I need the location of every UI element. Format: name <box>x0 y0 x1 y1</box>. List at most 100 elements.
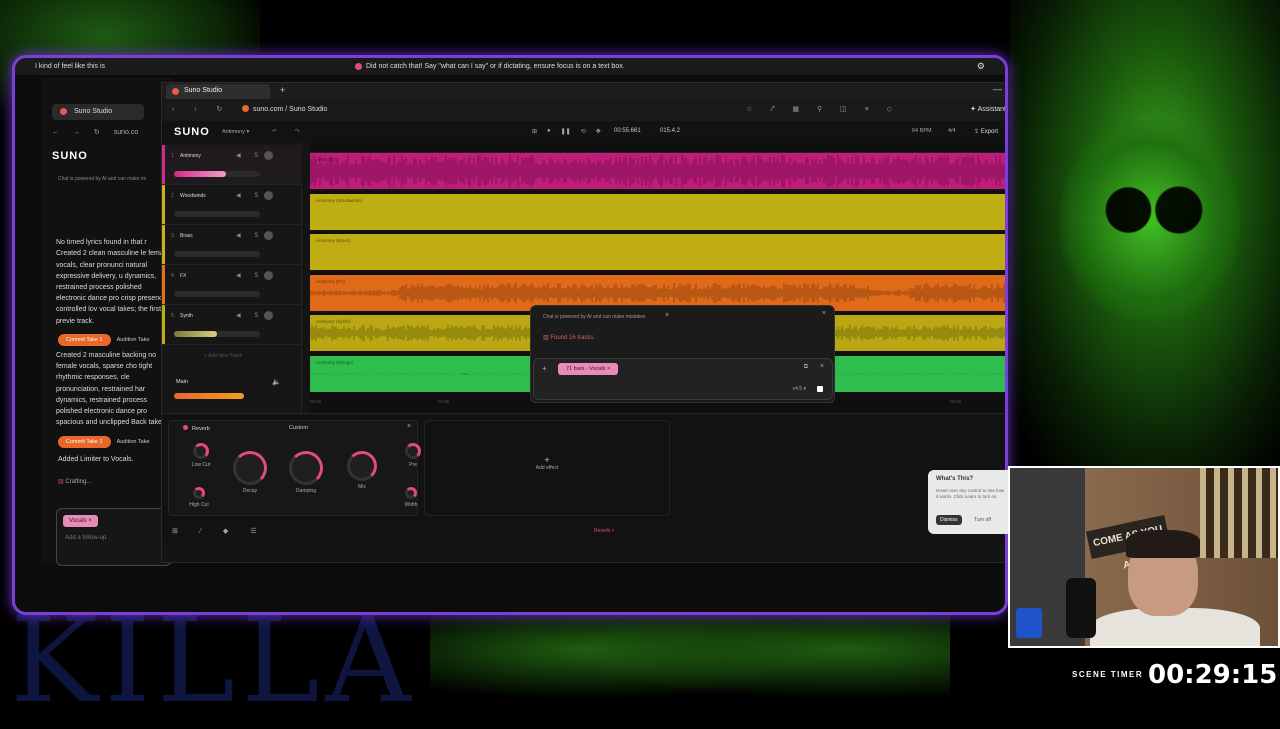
pan-knob[interactable] <box>264 191 273 200</box>
reverb-tab[interactable]: Reverb + <box>594 528 614 534</box>
pan-knob[interactable] <box>264 311 273 320</box>
close-popup-icon[interactable]: × <box>822 310 826 317</box>
mute-solo-icons[interactable]: ◀ S <box>236 192 264 199</box>
track-lane[interactable]: Antimony <box>310 153 1005 191</box>
assistant-button[interactable]: ✦ Assistant <box>970 105 1005 113</box>
knob-dial[interactable] <box>233 451 267 485</box>
project-name[interactable]: Antimony ▾ <box>222 129 249 135</box>
suno-logo[interactable]: SUNO <box>174 126 210 138</box>
minimize-icon[interactable]: — <box>993 84 1002 94</box>
effect-knob[interactable]: High Cut <box>185 487 213 508</box>
gear-icon[interactable]: ⚙ <box>977 61 985 72</box>
back-tab[interactable]: Suno Studio <box>52 104 144 120</box>
commit-take-button[interactable]: Commit Take 1 <box>58 334 111 346</box>
url-field[interactable]: suno.com / Suno Studio <box>242 105 327 113</box>
mute-solo-icons[interactable]: ◀ S <box>236 232 264 239</box>
loop-icon[interactable]: ⊞ <box>532 128 537 135</box>
add-track-button[interactable]: + Add New Track <box>204 353 242 359</box>
browser-tab[interactable]: Suno Studio <box>166 84 270 99</box>
effect-knob[interactable]: Decay <box>225 451 275 494</box>
effect-title[interactable]: Reverb <box>183 425 210 432</box>
effect-knob[interactable]: Width <box>397 487 425 508</box>
undo-redo-icons[interactable]: ↶ ↷ <box>272 128 308 135</box>
back-url[interactable]: suno.co <box>114 129 139 136</box>
track-volume-slider[interactable] <box>174 171 260 177</box>
track-row[interactable]: 5 Synth ◀ S <box>162 305 302 345</box>
track-volume-slider[interactable] <box>174 251 260 257</box>
knob-dial[interactable] <box>193 443 209 459</box>
new-tab-icon[interactable]: + <box>280 85 285 95</box>
dictation-message-text: Did not catch that! Say "what can I say"… <box>366 63 625 70</box>
audition-take-button[interactable]: Audition Take <box>117 337 150 343</box>
cup <box>1016 608 1042 638</box>
track-lane[interactable]: Antimony (Woodwinds) <box>310 193 1005 232</box>
context-chip[interactable]: 71 bars · Vocals × <box>558 363 619 375</box>
turn-off-button[interactable]: Turn off <box>974 517 991 523</box>
track-name[interactable]: FX <box>180 273 186 279</box>
main-volume-slider[interactable] <box>174 393 244 399</box>
track-volume-slider[interactable] <box>174 211 260 217</box>
track-name[interactable]: Brass <box>180 233 193 239</box>
effect-preset[interactable]: Custom <box>289 425 308 431</box>
knob-dial[interactable] <box>289 451 323 485</box>
track-row[interactable]: 2 Woodwinds ◀ S <box>162 185 302 225</box>
toolbar-icons[interactable]: ☆ ⤤ ▦ ⚲ ◫ ≡ ◇ <box>746 105 900 114</box>
main-label: Main <box>176 379 188 385</box>
track-number: 4 <box>171 273 174 279</box>
pan-knob[interactable] <box>264 271 273 280</box>
audition-take-button-2[interactable]: Audition Take <box>117 439 150 445</box>
mute-solo-icons[interactable]: ◀ S <box>236 272 264 279</box>
pause-icon[interactable]: ❚❚ <box>561 128 571 135</box>
track-volume-fill <box>174 211 260 217</box>
knob-dial[interactable] <box>193 487 205 499</box>
metronome-icon[interactable]: ✥ <box>596 128 601 135</box>
track-lane[interactable]: Antimony (Brass) <box>310 234 1005 272</box>
track-name[interactable]: Antimony <box>180 153 201 159</box>
mute-solo-icons[interactable]: ◀ S <box>236 152 264 159</box>
waveform-path <box>310 282 1005 303</box>
assistant-input[interactable]: + 71 bars · Vocals × ⧉ × v4.5 ▾ <box>533 358 833 400</box>
effect-knob[interactable]: Mix <box>339 451 385 490</box>
knob-dial[interactable] <box>405 443 421 459</box>
track-number: 3 <box>171 233 174 239</box>
expand-icon[interactable]: ⧉ <box>804 364 808 371</box>
dismiss-button[interactable]: Dismiss <box>936 515 962 525</box>
track-row[interactable]: 4 FX ◀ S <box>162 265 302 305</box>
model-version-select[interactable]: v4.5 ▾ <box>793 386 806 392</box>
close-disclaimer-icon[interactable]: × <box>665 312 669 319</box>
track-volume-slider[interactable] <box>174 291 260 297</box>
streamer-hair <box>1126 530 1200 558</box>
knob-label: Width <box>404 502 418 508</box>
timeline-ruler[interactable] <box>310 143 1005 153</box>
track-name[interactable]: Synth <box>180 313 193 319</box>
knob-dial[interactable] <box>347 451 377 481</box>
effect-knob[interactable]: Damping <box>281 451 331 494</box>
repeat-icon[interactable]: ⟲ <box>581 128 586 135</box>
track-name[interactable]: Woodwinds <box>180 193 206 199</box>
mute-solo-icons[interactable]: ◀ S <box>236 312 264 319</box>
tool-icons[interactable]: ⊞ ∕ ◆ ☰ <box>172 527 267 535</box>
pan-knob[interactable] <box>264 231 273 240</box>
transport-controls: ⊞ ● ❚❚ ⟲ ✥ <box>532 128 601 135</box>
pan-knob[interactable] <box>264 151 273 160</box>
close-input-icon[interactable]: × <box>820 363 824 370</box>
track-row[interactable]: 1 Antimony ◀ S <box>162 145 302 185</box>
track-volume-slider[interactable] <box>174 331 260 337</box>
vocals-chip[interactable]: Vocals × <box>63 515 98 527</box>
record-icon[interactable]: ● <box>547 128 551 135</box>
export-button[interactable]: ⇪ Export <box>974 128 998 135</box>
stop-icon[interactable] <box>817 386 823 392</box>
lane-label: Antimony <box>316 157 335 162</box>
effect-knob[interactable]: Low Cut <box>185 443 217 468</box>
add-context-icon[interactable]: + <box>542 364 547 373</box>
track-row[interactable]: 3 Brass ◀ S <box>162 225 302 265</box>
add-effect-button[interactable]: + Add effect <box>424 420 670 516</box>
followup-input[interactable]: Vocals × Add a follow-up <box>56 508 172 566</box>
screen-capture-frame: I kind of feel like this is Did not catc… <box>12 55 1008 615</box>
close-effect-icon[interactable]: × <box>407 423 411 430</box>
speaker-icon[interactable]: 🔈 <box>272 378 281 386</box>
tempo[interactable]: 64 BPM <box>912 128 932 134</box>
commit-take-button-2[interactable]: Commit Take 1 <box>58 436 111 448</box>
knob-dial[interactable] <box>405 487 417 499</box>
time-signature[interactable]: 4/4 <box>948 128 956 134</box>
